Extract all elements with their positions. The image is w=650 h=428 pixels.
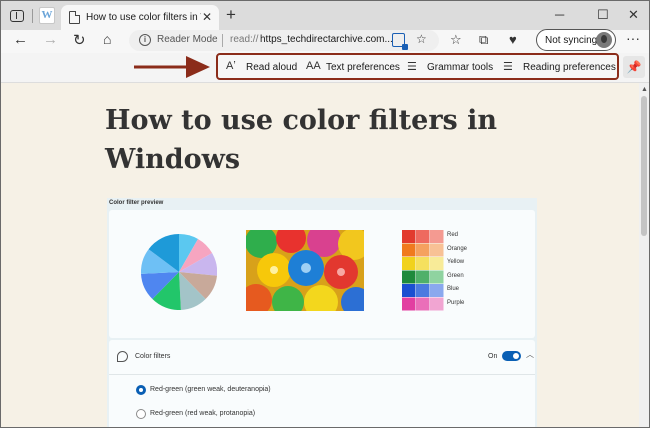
color-filters-toggle bbox=[502, 351, 521, 361]
reader-toolbar: Aʼ Read aloud AA Text preferences ☰ Gram… bbox=[1, 53, 649, 83]
swatch-cell bbox=[416, 297, 430, 311]
scrollbar[interactable]: ▲ bbox=[639, 83, 649, 427]
annotation-arrow bbox=[134, 56, 210, 78]
new-tab-button[interactable]: + bbox=[226, 5, 236, 25]
preview-panel: Red Orange Yellow Green Blue Purple bbox=[109, 210, 535, 338]
umbrella-photo bbox=[246, 230, 364, 311]
read-aloud-icon: Aʼ bbox=[226, 60, 236, 72]
more-options-icon[interactable]: ··· bbox=[626, 30, 640, 46]
site-logo-icon[interactable]: W bbox=[39, 7, 55, 24]
swatch-label: Red bbox=[447, 232, 459, 238]
pin-toolbar-icon[interactable]: 📌 bbox=[623, 56, 645, 78]
tab-title: How to use color filters in Windows bbox=[86, 12, 201, 23]
tab-active[interactable]: How to use color filters in Windows ✕ bbox=[61, 5, 219, 31]
toggle-state: On bbox=[488, 353, 498, 360]
option-label: Red-green (green weak, deuteranopia) bbox=[150, 386, 271, 393]
swatch-cell bbox=[402, 297, 416, 311]
profile-button[interactable]: Not syncing bbox=[536, 29, 616, 51]
text-preferences-button[interactable]: AA Text preferences bbox=[306, 60, 406, 75]
address-bar[interactable]: i Reader Mode read:// https_techdirectar… bbox=[129, 30, 439, 51]
divider bbox=[222, 34, 223, 47]
swatch-cell bbox=[402, 257, 416, 270]
swatch-cell bbox=[430, 297, 444, 311]
reading-preferences-button[interactable]: ☰ Reading preferences bbox=[503, 61, 616, 75]
swatch-label: Yellow bbox=[447, 259, 465, 265]
swatch-cell bbox=[402, 243, 416, 257]
back-icon[interactable]: ← bbox=[13, 31, 28, 48]
info-icon[interactable]: i bbox=[139, 34, 151, 46]
scrollbar-thumb[interactable] bbox=[641, 96, 647, 236]
tab-close-icon[interactable]: ✕ bbox=[202, 10, 212, 24]
color-wheel bbox=[141, 234, 217, 310]
forward-icon[interactable]: → bbox=[43, 31, 58, 48]
swatch-label: Blue bbox=[447, 286, 460, 292]
browser-window: W How to use color filters in Windows ✕ … bbox=[0, 0, 650, 428]
text-preferences-icon: AA bbox=[306, 60, 321, 72]
refresh-icon[interactable]: ↻ bbox=[73, 31, 86, 49]
browser-essentials-icon[interactable]: ♥ bbox=[509, 32, 517, 47]
url-scheme: read:// bbox=[230, 34, 259, 45]
grammar-tools-button[interactable]: ☰ Grammar tools bbox=[407, 61, 497, 75]
page-icon bbox=[69, 11, 80, 24]
grammar-tools-icon: ☰ bbox=[407, 61, 417, 73]
scroll-up-icon[interactable]: ▲ bbox=[641, 86, 648, 93]
swatch-cell bbox=[430, 270, 444, 284]
swatch-cell bbox=[402, 284, 416, 297]
swatch-cell bbox=[430, 243, 444, 257]
swatch-cell bbox=[416, 257, 430, 270]
article-image: Color filter preview Red Orange Yellow G… bbox=[107, 198, 537, 427]
radio-deuteranopia bbox=[136, 385, 146, 395]
color-filters-icon bbox=[117, 351, 128, 362]
minimize-button[interactable]: ─ bbox=[555, 7, 564, 22]
reader-tools-group: Aʼ Read aloud AA Text preferences ☰ Gram… bbox=[216, 53, 619, 80]
reader-mode-label: Reader Mode bbox=[157, 34, 218, 45]
swatch-labels: Red Orange Yellow Green Blue Purple bbox=[447, 229, 507, 310]
read-aloud-button[interactable]: Aʼ Read aloud bbox=[226, 60, 306, 75]
navigation-toolbar: ← → ↻ ⌂ i Reader Mode read:// https_tech… bbox=[1, 29, 649, 52]
close-window-button[interactable]: ✕ bbox=[628, 7, 639, 23]
collections-icon[interactable]: ⧉ bbox=[479, 32, 488, 48]
article-content: How to use color filters in Windows Colo… bbox=[1, 83, 639, 427]
swatch-cell bbox=[416, 230, 430, 243]
swatch-cell bbox=[430, 257, 444, 270]
read-aloud-label: Read aloud bbox=[246, 62, 298, 73]
swatch-cell bbox=[430, 284, 444, 297]
sync-status: Not syncing bbox=[545, 35, 598, 46]
add-favorite-icon[interactable]: ☆ bbox=[416, 32, 427, 46]
swatch-label: Green bbox=[447, 272, 464, 279]
color-filters-label: Color filters bbox=[135, 353, 171, 360]
tab-bar: W How to use color filters in Windows ✕ … bbox=[1, 1, 649, 31]
tab-actions-icon[interactable] bbox=[10, 10, 24, 22]
swatch-cell bbox=[402, 230, 416, 243]
grammar-tools-label: Grammar tools bbox=[427, 62, 494, 73]
avatar bbox=[596, 32, 612, 48]
url-text[interactable]: https_techdirectarchive.com... bbox=[260, 34, 393, 45]
text-preferences-label: Text preferences bbox=[326, 62, 400, 73]
reading-preferences-label: Reading preferences bbox=[523, 62, 616, 73]
option-label: Red-green (red weak, protanopia) bbox=[150, 410, 256, 417]
radio-protanopia bbox=[136, 409, 146, 419]
divider bbox=[32, 9, 33, 23]
swatch-cell bbox=[402, 270, 416, 284]
figure-title: Color filter preview bbox=[109, 200, 164, 206]
home-icon[interactable]: ⌂ bbox=[103, 31, 111, 47]
color-filters-panel: Color filters On ︿ Red-green (green weak… bbox=[109, 340, 535, 427]
article-title: How to use color filters in Windows bbox=[105, 105, 498, 175]
swatch-cell bbox=[416, 284, 430, 297]
immersive-reader-icon[interactable] bbox=[392, 33, 408, 50]
swatch-label: Purple bbox=[447, 299, 465, 306]
color-filters-row: Color filters On ︿ bbox=[109, 340, 535, 375]
swatch-label: Orange bbox=[447, 245, 468, 252]
reading-preferences-icon: ☰ bbox=[503, 61, 513, 73]
chevron-up-icon: ︿ bbox=[526, 350, 534, 359]
swatch-cell bbox=[416, 270, 430, 284]
maximize-button[interactable]: ☐ bbox=[597, 7, 609, 23]
swatch-cell bbox=[416, 243, 430, 257]
color-swatches bbox=[402, 230, 444, 311]
swatch-cell bbox=[430, 230, 444, 243]
favorites-icon[interactable]: ☆ bbox=[450, 32, 462, 48]
